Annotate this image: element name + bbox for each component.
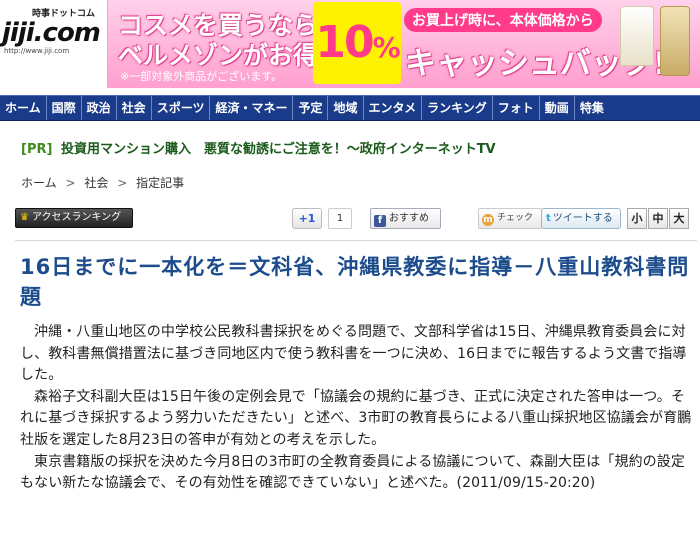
site-header: 時事ドットコム jiji.com http://www.jiji.com コスメ… bbox=[0, 0, 700, 94]
tweet-button[interactable]: t ツイートする bbox=[541, 208, 621, 229]
ad-product-image-2 bbox=[660, 6, 690, 76]
font-size-selector: 小 中 大 bbox=[627, 208, 690, 229]
nav-photo[interactable]: フォト bbox=[493, 96, 540, 120]
main-nav: ホーム 国際 政治 社会 スポーツ 経済・マネー 予定 地域 エンタメ ランキン… bbox=[0, 95, 700, 121]
font-size-small-button[interactable]: 小 bbox=[627, 208, 647, 229]
facebook-icon: f bbox=[374, 215, 386, 227]
ad-product-image bbox=[620, 6, 654, 66]
article-paragraph: 東京書籍版の採択を決めた今月8日の3市町の全教育委員による協議について、森副大臣… bbox=[20, 453, 685, 492]
twitter-icon: t bbox=[546, 213, 551, 224]
nav-schedule[interactable]: 予定 bbox=[293, 96, 329, 120]
breadcrumb-home[interactable]: ホーム bbox=[21, 176, 57, 190]
nav-sports[interactable]: スポーツ bbox=[152, 96, 211, 120]
pr-tag: [PR] bbox=[21, 142, 53, 157]
nav-ranking[interactable]: ランキング bbox=[422, 96, 493, 120]
article-paragraph: 森裕子文科副大臣は15日午後の定例会見で「協議会の規約に基づき、正式に決定された… bbox=[20, 388, 692, 448]
access-ranking-label: アクセスランキング bbox=[31, 212, 122, 223]
access-ranking-button[interactable]: ♛ アクセスランキング bbox=[15, 208, 133, 228]
logo-wordmark: jiji.com bbox=[2, 18, 101, 48]
article-toolbar: ♛ アクセスランキング +1 1 f おすすめ m チェック t ツイートする 小 中 … bbox=[15, 204, 697, 234]
google-plus-button[interactable]: +1 bbox=[292, 208, 322, 229]
nav-region[interactable]: 地域 bbox=[328, 96, 364, 120]
font-size-large-button[interactable]: 大 bbox=[669, 208, 689, 229]
ad-percent-sign: % bbox=[372, 31, 401, 64]
nav-international[interactable]: 国際 bbox=[47, 96, 82, 120]
nav-society[interactable]: 社会 bbox=[117, 96, 152, 120]
breadcrumb-society[interactable]: 社会 bbox=[84, 176, 108, 190]
mixi-label: チェック bbox=[497, 213, 534, 223]
breadcrumb-current: 指定記事 bbox=[136, 176, 185, 190]
nav-feature[interactable]: 特集 bbox=[575, 96, 609, 120]
breadcrumb: ホーム > 社会 > 指定記事 bbox=[21, 174, 184, 191]
mixi-icon: m bbox=[482, 214, 494, 226]
ad-line2: ベルメゾンがお得!! bbox=[118, 41, 341, 70]
nav-economy[interactable]: 経済・マネー bbox=[210, 96, 294, 120]
breadcrumb-separator: > bbox=[65, 176, 76, 190]
font-size-medium-button[interactable]: 中 bbox=[648, 208, 668, 229]
ad-note: ※一部対象外商品がございます。 bbox=[120, 70, 283, 83]
ad-percent: 10% bbox=[313, 2, 401, 84]
banner-ad[interactable]: コスメを買うなら ベルメゾンがお得!! ※一部対象外商品がございます。 10% … bbox=[107, 0, 700, 88]
logo-url: http://www.jiji.com bbox=[4, 47, 70, 55]
breadcrumb-separator: > bbox=[117, 176, 128, 190]
article-paragraph: 沖縄・八重山地区の中学校公民教科書採択をめぐる問題で、文部科学省は15日、沖縄県… bbox=[20, 324, 687, 384]
google-plus-count: 1 bbox=[328, 208, 352, 229]
tweet-label: ツイートする bbox=[552, 213, 613, 224]
pr-link[interactable]: 投資用マンション購入 悪質な勧誘にご注意を！～政府インターネットTV bbox=[61, 142, 496, 157]
ad-percent-number: 10 bbox=[315, 17, 374, 68]
nav-video[interactable]: 動画 bbox=[540, 96, 575, 120]
facebook-label: おすすめ bbox=[389, 213, 429, 224]
jiji-logo[interactable]: 時事ドットコム jiji.com http://www.jiji.com bbox=[2, 6, 101, 62]
facebook-recommend-button[interactable]: f おすすめ bbox=[370, 208, 441, 229]
divider bbox=[15, 240, 697, 241]
nav-home[interactable]: ホーム bbox=[0, 96, 47, 120]
article-body: 沖縄・八重山地区の中学校公民教科書採択をめぐる問題で、文部科学省は15日、沖縄県… bbox=[20, 322, 692, 495]
nav-politics[interactable]: 政治 bbox=[82, 96, 117, 120]
ad-badge: お買上げ時に、本体価格から bbox=[404, 8, 602, 32]
pr-line: [PR] 投資用マンション購入 悪質な勧誘にご注意を！～政府インターネットTV bbox=[21, 138, 496, 157]
nav-entertainment[interactable]: エンタメ bbox=[364, 96, 423, 120]
mixi-check-button[interactable]: m チェック bbox=[478, 208, 542, 229]
crown-icon: ♛ bbox=[20, 212, 29, 223]
article-headline: 16日までに一本化を＝文科省、沖縄県教委に指導－八重山教科書問題 bbox=[20, 255, 690, 309]
